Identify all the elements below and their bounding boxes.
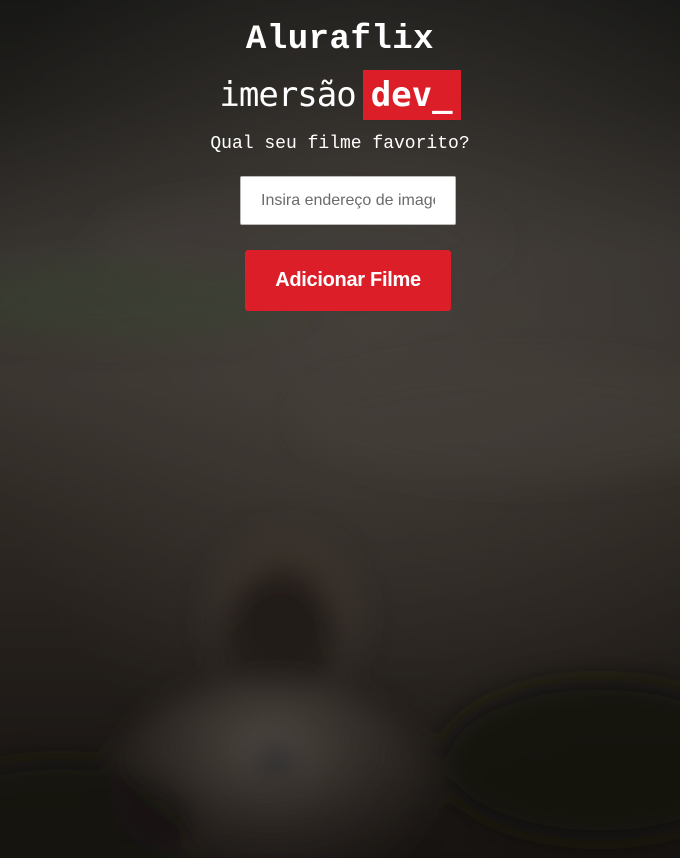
app-title: Aluraflix bbox=[245, 21, 435, 59]
subtitle: imersão dev_ bbox=[0, 70, 680, 120]
subtitle-highlight-badge: dev_ bbox=[362, 70, 461, 120]
add-movie-button[interactable]: Adicionar Filme bbox=[245, 250, 451, 311]
background-image bbox=[0, 0, 680, 858]
prompt-label: Qual seu filme favorito? bbox=[210, 134, 470, 154]
image-url-input[interactable] bbox=[240, 176, 456, 225]
subtitle-plain-text: imersão bbox=[219, 75, 356, 115]
